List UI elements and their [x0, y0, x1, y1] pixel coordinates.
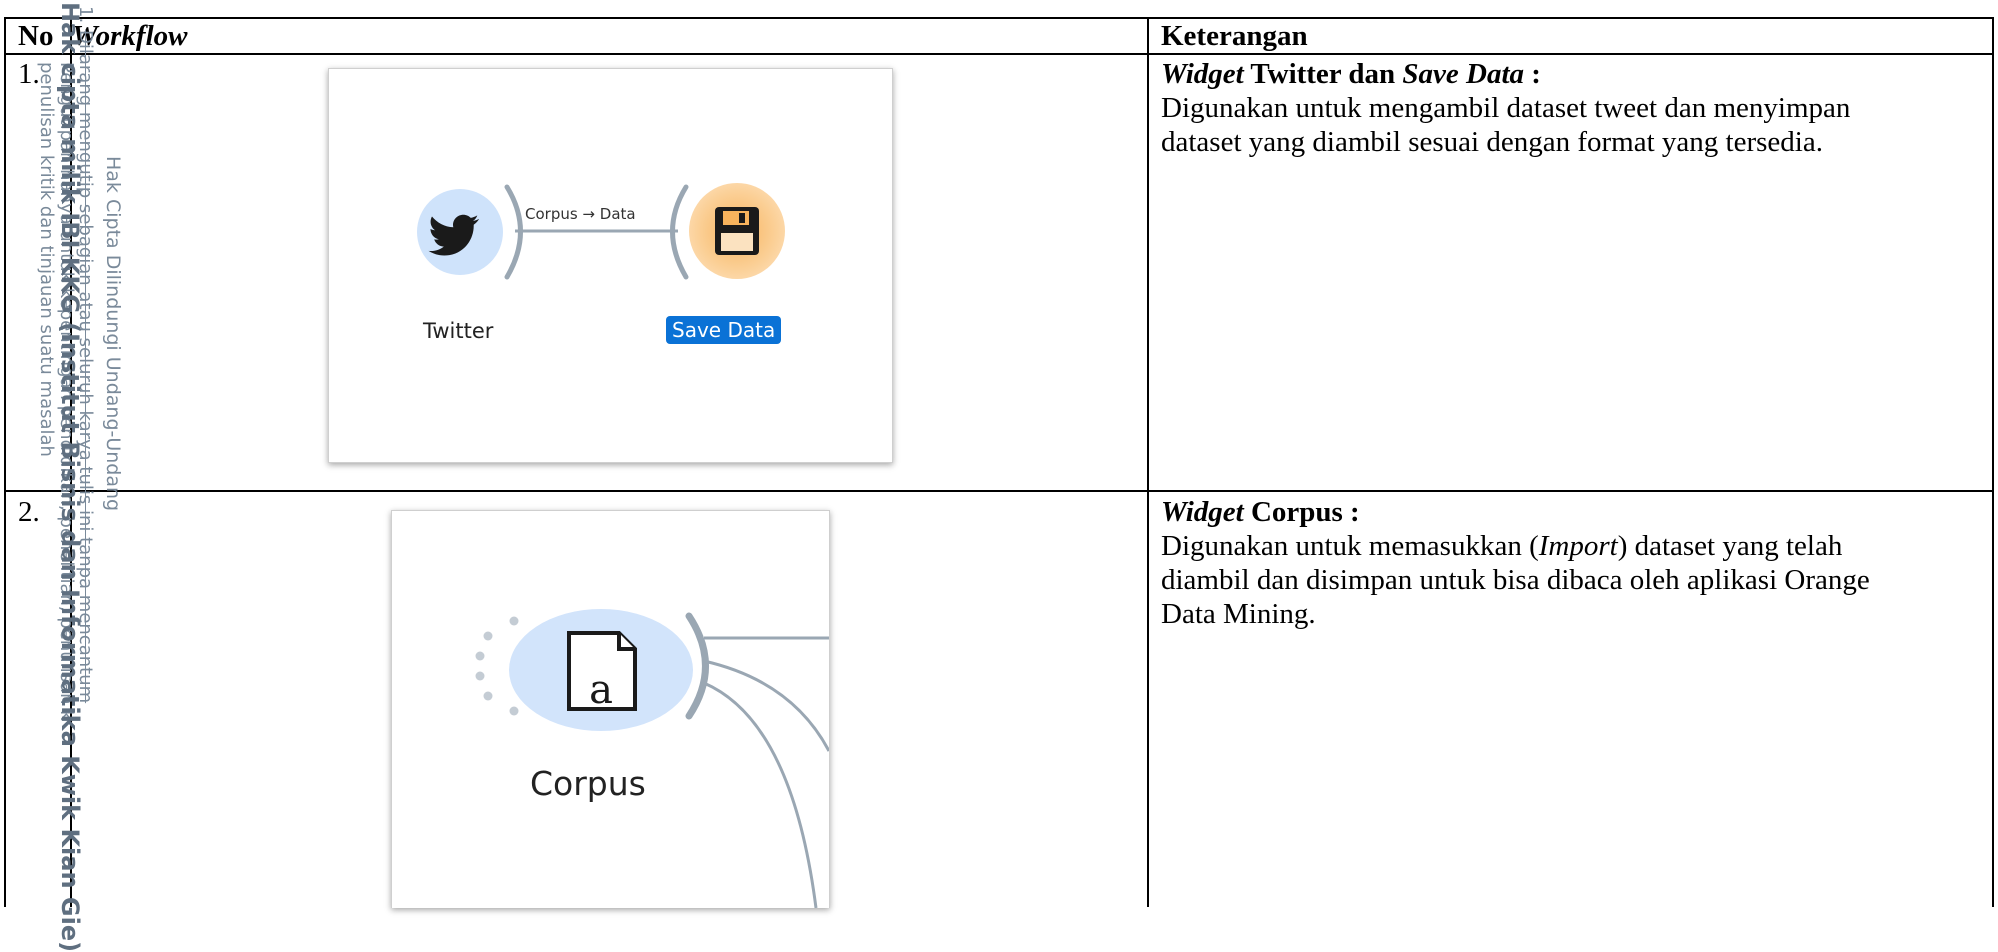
svg-text:a: a: [589, 667, 613, 713]
header-workflow-text: Workflow: [72, 20, 188, 52]
row1-title-italic: Widget: [1161, 58, 1244, 90]
row1-desc-line: Digunakan untuk mengambil dataset tweet …: [1161, 92, 1851, 124]
row2-line1-pre: Digunakan untuk memasukkan (: [1161, 530, 1539, 562]
row2-description: Widget Corpus : Digunakan untuk memasukk…: [1161, 495, 1981, 631]
row2-desc-line: diambil dan disimpan untuk bisa dibaca o…: [1161, 564, 1870, 596]
floppy-disk-icon: [715, 207, 759, 255]
row1-no: 1.: [18, 58, 40, 90]
table-right-border: [1992, 17, 1994, 907]
table-row-divider: [4, 490, 1994, 492]
row2-title-italic: Widget: [1161, 496, 1244, 528]
header-workflow: Workflow: [72, 19, 187, 53]
row2-title-bold: Corpus :: [1243, 496, 1360, 528]
table-top-border: [4, 17, 1994, 19]
header-keterangan: Keterangan: [1161, 20, 1308, 52]
corpus-widget-node[interactable]: a: [509, 609, 693, 731]
save-data-widget-node[interactable]: [689, 183, 785, 279]
row1-description: Widget Twitter dan Save Data : Digunakan…: [1161, 57, 1981, 159]
row1-title-italic2: Save Data: [1402, 58, 1525, 90]
table-header-divider: [4, 53, 1994, 55]
row1-desc-line: dataset yang diambil sesuai dengan forma…: [1161, 126, 1823, 158]
twitter-save-workflow-screenshot: Corpus → Data Twitter Save Data: [328, 68, 893, 463]
table-col-divider-1: [70, 17, 72, 907]
row2-line1-post: ) dataset yang telah: [1617, 530, 1843, 562]
row2-desc-line: Data Mining.: [1161, 598, 1316, 630]
table-col-divider-2: [1147, 17, 1149, 907]
workflow-link-lines: [504, 184, 689, 280]
row2-line1-italic: Import: [1538, 530, 1618, 562]
header-no: No: [18, 20, 54, 52]
row2-desc-line1: Digunakan untuk memasukkan (Import) data…: [1161, 529, 1981, 563]
row2-desc-title: Widget Corpus :: [1161, 495, 1981, 529]
corpus-widget-label: Corpus: [530, 764, 646, 803]
row1-title-bold: Twitter dan: [1243, 58, 1403, 90]
twitter-widget-label: Twitter: [423, 319, 494, 343]
table-left-border: [4, 17, 6, 907]
save-data-widget-label[interactable]: Save Data: [666, 316, 782, 344]
row2-no: 2.: [18, 496, 40, 528]
twitter-widget-node[interactable]: [417, 189, 503, 275]
workflow-table: No Workflow Keterangan 1. Corpus → Data …: [4, 17, 1994, 908]
workflow-link-label: Corpus → Data: [525, 205, 636, 223]
corpus-workflow-screenshot: a Corpus: [391, 510, 830, 908]
document-a-icon: a: [567, 631, 637, 713]
row1-title-colon: :: [1524, 58, 1541, 90]
twitter-bird-icon: [428, 214, 479, 256]
row1-desc-title: Widget Twitter dan Save Data :: [1161, 57, 1981, 91]
